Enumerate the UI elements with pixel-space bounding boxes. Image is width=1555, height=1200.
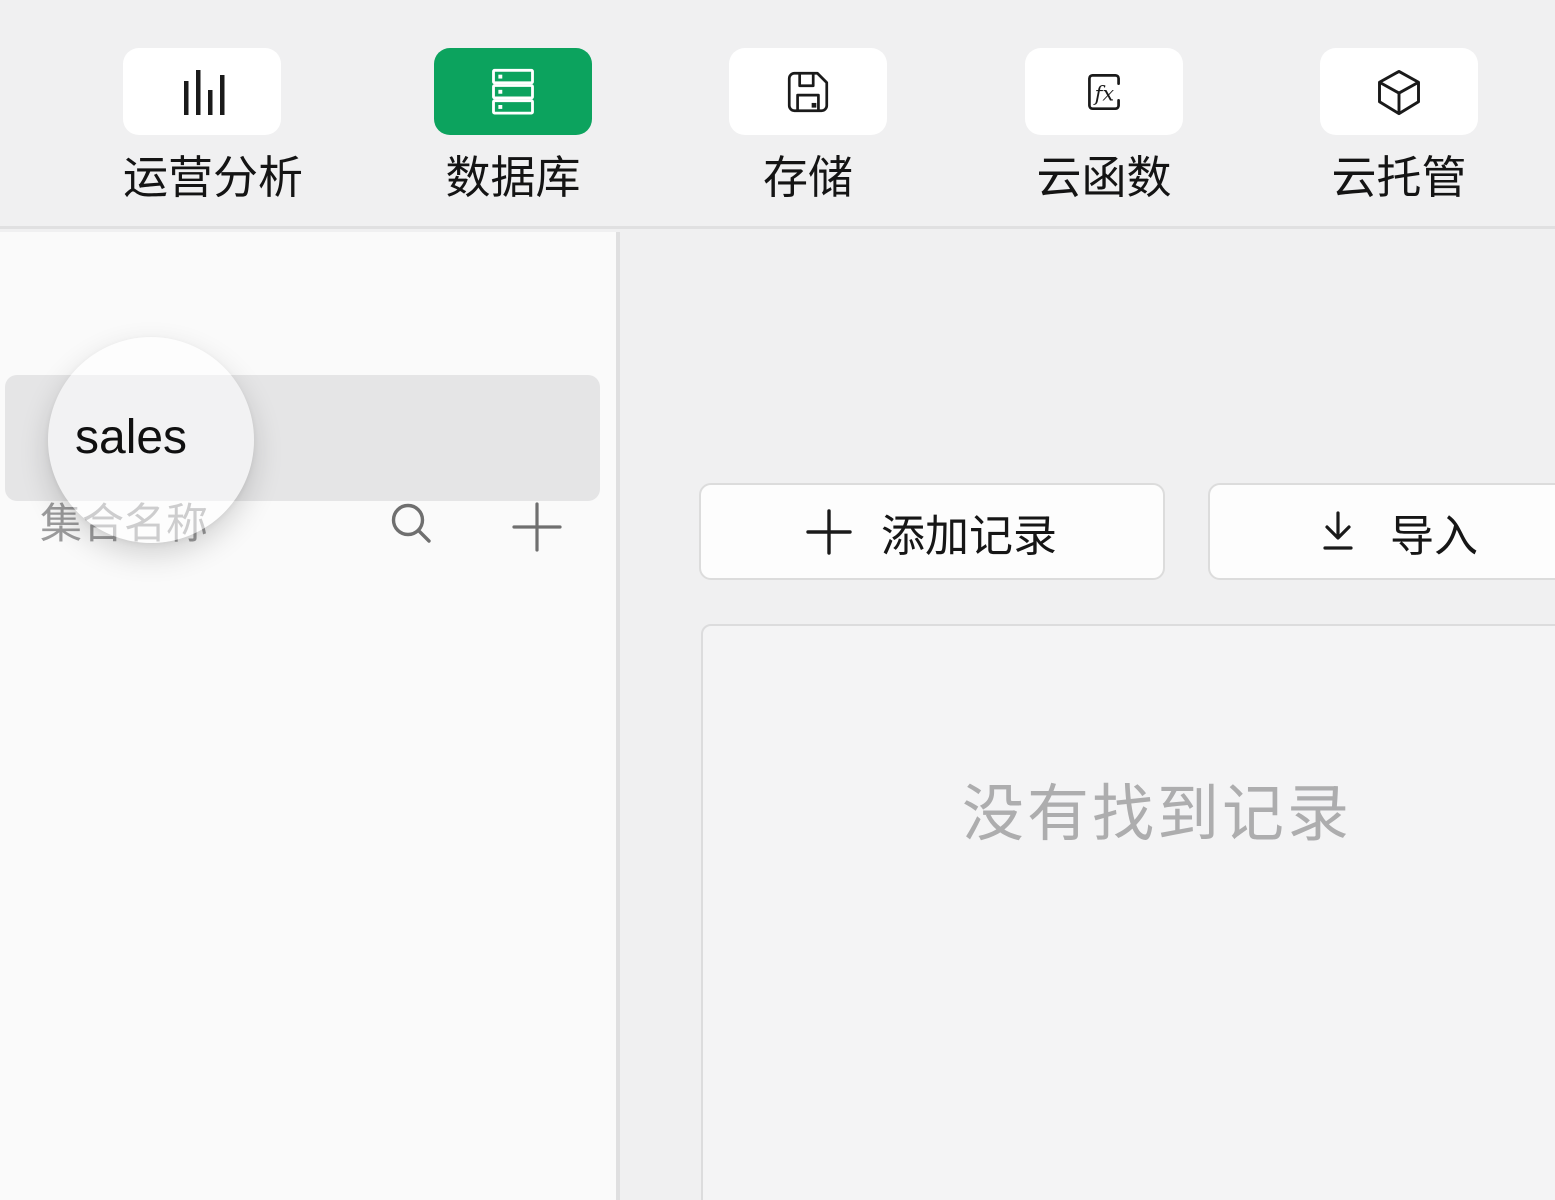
records-area: 添加记录 导入 没有找到记录 [620,232,1555,1200]
search-collections-button[interactable] [384,497,436,549]
plus-icon [511,501,563,553]
database-button[interactable] [434,48,592,135]
function-icon: fx [1079,67,1129,117]
collection-filter-placeholder: 集合名称 [40,498,208,550]
search-icon [384,497,436,549]
tab-label: 云函数 [1025,153,1183,203]
svg-text:fx: fx [1093,81,1115,105]
collections-sidebar: 集合名称 sales [0,232,620,1200]
toolbar: 运营分析 数据库 [0,0,1555,229]
cube-button[interactable] [1320,48,1478,135]
add-record-button[interactable]: 添加记录 [699,483,1165,580]
import-label: 导入 [1390,500,1478,564]
collection-name: sales [75,410,187,466]
tab-label: 数据库 [434,153,592,203]
tab-label: 存储 [729,153,887,203]
plus-icon [805,508,853,556]
database-icon [487,66,539,118]
save-icon [783,67,833,117]
cloud-console: 运营分析 数据库 [0,0,1555,1200]
records-panel: 没有找到记录 [701,624,1555,1200]
tab-cloud-functions: fx 云函数 [1025,48,1183,203]
cube-icon [1373,66,1425,118]
cloud-functions-button[interactable]: fx [1025,48,1183,135]
storage-button[interactable] [729,48,887,135]
empty-state-message: 没有找到记录 [962,763,1352,853]
bar-chart-icon [177,67,227,117]
tab-database: 数据库 [434,48,592,203]
tab-label: 云托管 [1320,153,1478,203]
add-collection-button[interactable] [511,501,563,553]
operation-analysis-button[interactable] [123,48,281,135]
tab-storage: 存储 [729,48,887,203]
add-record-label: 添加记录 [881,500,1057,564]
download-icon [1314,508,1362,556]
tab-label: 运营分析 [123,153,281,203]
tab-cloud-hosting: 云托管 [1320,48,1478,203]
import-button[interactable]: 导入 [1208,483,1555,580]
tab-operation-analysis: 运营分析 [123,48,281,203]
